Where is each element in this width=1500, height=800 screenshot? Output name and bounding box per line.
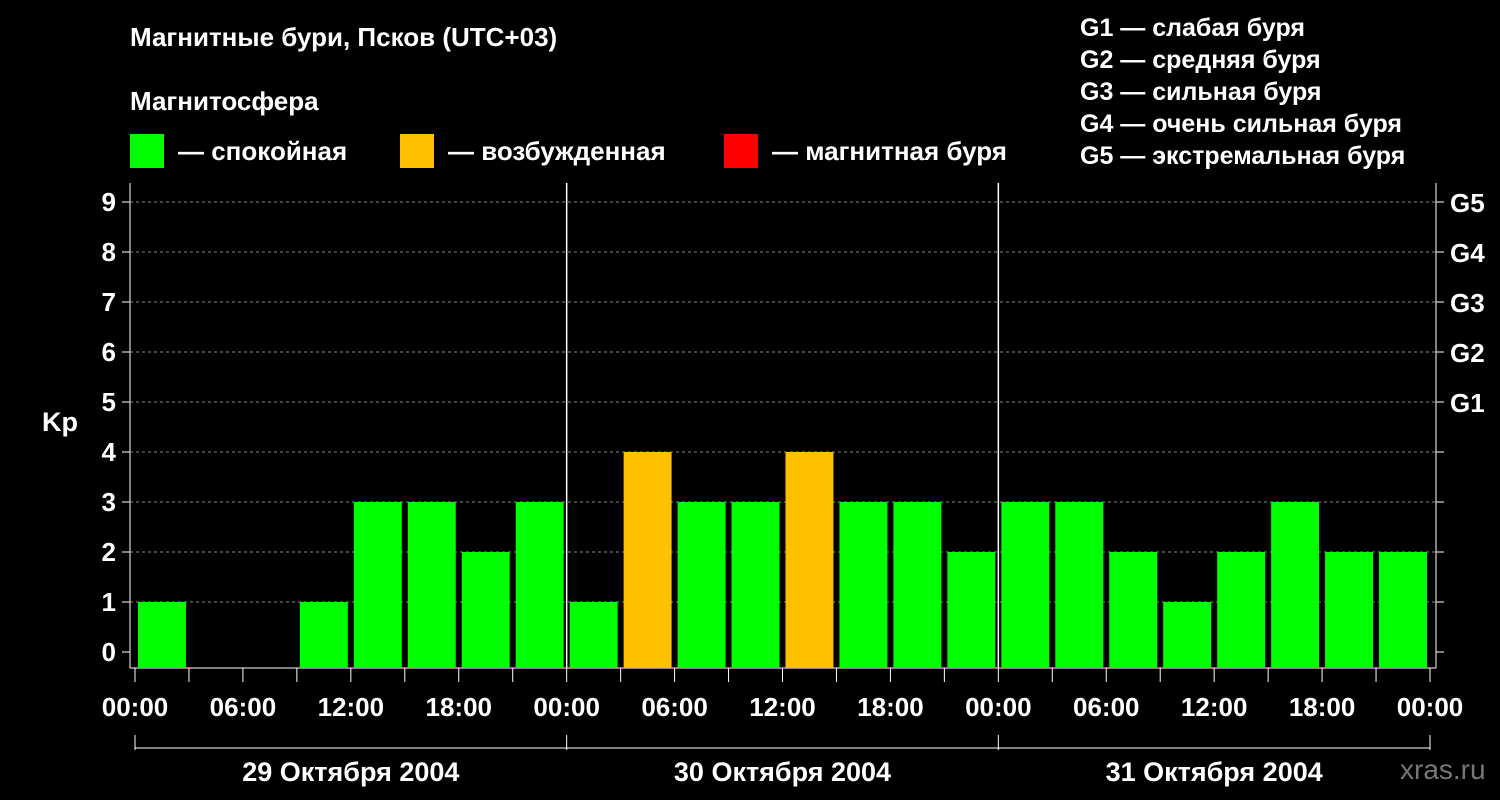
bar xyxy=(731,502,780,668)
x-tick-label: 06:00 xyxy=(641,692,708,722)
bar xyxy=(299,602,348,668)
y-tick-label: 7 xyxy=(102,287,116,317)
x-tick-label: 18:00 xyxy=(426,692,493,722)
y-tick-label: 2 xyxy=(102,537,116,567)
y-tick-label: 6 xyxy=(102,337,116,367)
bar xyxy=(839,502,888,668)
y-tick-label: 9 xyxy=(102,187,116,217)
bar xyxy=(1163,602,1212,668)
bar xyxy=(785,452,834,668)
y-tick-label: 4 xyxy=(102,437,117,467)
x-tick-label: 06:00 xyxy=(210,692,277,722)
x-tick-label: 12:00 xyxy=(749,692,816,722)
y-tick-label: 0 xyxy=(102,637,116,667)
g-tick-label: G3 xyxy=(1450,288,1485,318)
bar xyxy=(1379,552,1427,668)
watermark: xras.ru xyxy=(1400,754,1486,785)
x-tick-label: 18:00 xyxy=(1289,692,1356,722)
x-tick-label: 00:00 xyxy=(1397,692,1464,722)
g-tick-label: G2 xyxy=(1450,338,1485,368)
day-label: 30 Октября 2004 xyxy=(674,757,891,787)
bar xyxy=(1217,552,1266,668)
bar xyxy=(893,502,942,668)
x-tick-label: 00:00 xyxy=(102,692,169,722)
y-tick-label: 5 xyxy=(102,387,116,417)
bar xyxy=(1055,502,1104,668)
bar xyxy=(138,602,186,668)
bar xyxy=(407,502,456,668)
bar xyxy=(569,602,618,668)
y-axis-label: Kp xyxy=(42,407,78,437)
bar xyxy=(515,502,564,668)
bar xyxy=(677,502,726,668)
x-tick-label: 12:00 xyxy=(1181,692,1248,722)
bar xyxy=(947,552,996,668)
g-tick-label: G1 xyxy=(1450,388,1485,418)
x-tick-label: 12:00 xyxy=(318,692,385,722)
g-tick-label: G5 xyxy=(1450,188,1485,218)
x-tick-label: 00:00 xyxy=(533,692,600,722)
x-tick-label: 00:00 xyxy=(965,692,1032,722)
x-tick-label: 06:00 xyxy=(1073,692,1140,722)
bar xyxy=(1325,552,1374,668)
x-tick-label: 18:00 xyxy=(857,692,924,722)
y-tick-label: 8 xyxy=(102,237,116,267)
y-tick-label: 3 xyxy=(102,487,116,517)
y-tick-label: 1 xyxy=(102,587,116,617)
day-label: 31 Октября 2004 xyxy=(1106,757,1323,787)
bar xyxy=(353,502,402,668)
kp-bar-chart: 0 1 2 3 4 5 6 7 8 9 G1 G2 G3 G4 G5 Kp 00:00 06:00 12:00 18:… xyxy=(42,183,1485,787)
g-tick-label: G4 xyxy=(1450,238,1485,268)
bar xyxy=(623,452,672,668)
bar xyxy=(461,552,510,668)
day-label: 29 Октября 2004 xyxy=(242,757,459,787)
bar xyxy=(1271,502,1320,668)
bar xyxy=(1001,502,1050,668)
bar xyxy=(1109,552,1158,668)
